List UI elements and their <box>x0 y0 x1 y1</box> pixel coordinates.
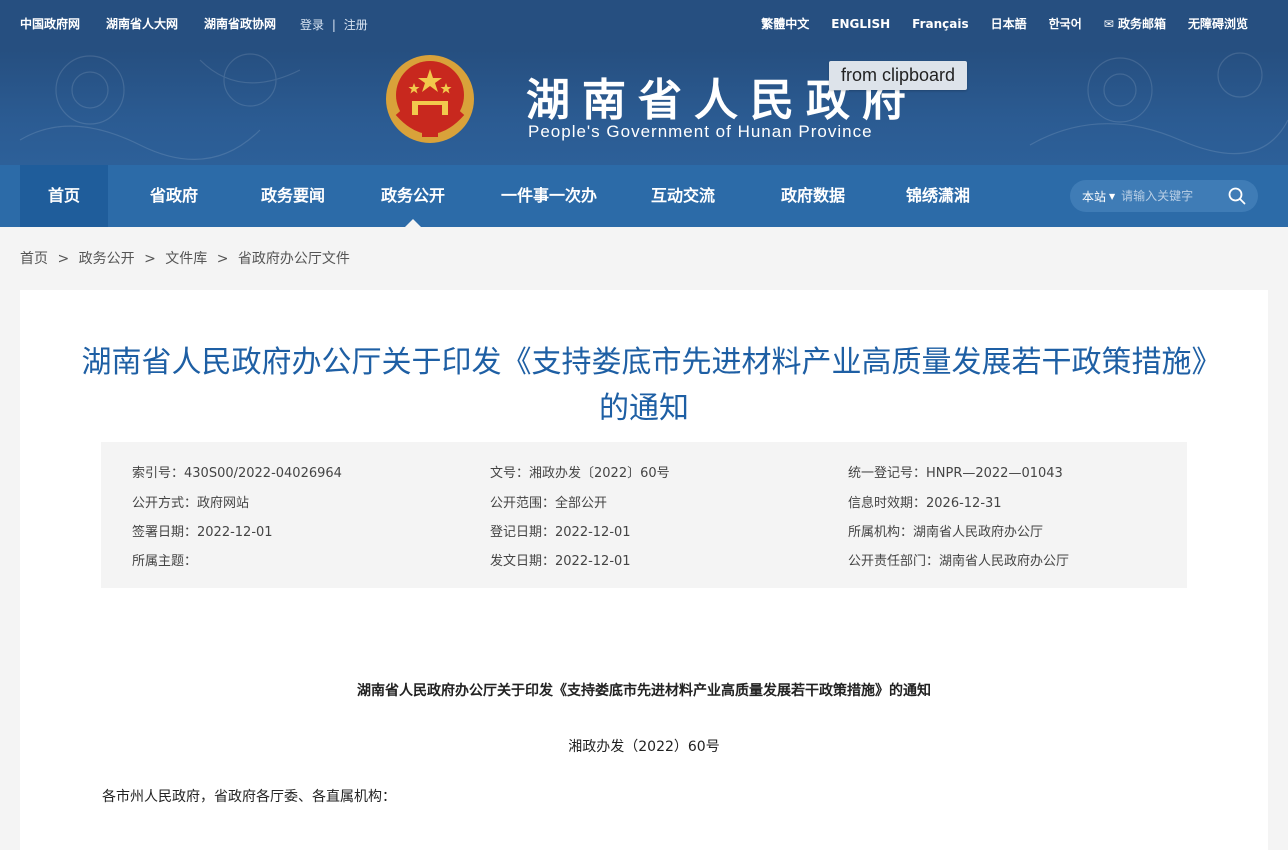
main-nav: 首页 省政府 政务要闻 政务公开 一件事一次办 互动交流 政府数据 锦绣潇湘 本… <box>0 165 1288 227</box>
meta-validity: 信息时效期：2026-12-31 <box>848 496 1002 511</box>
link-french[interactable]: Français <box>912 18 968 30</box>
link-accessibility[interactable]: 无障碍浏览 <box>1188 18 1248 30</box>
nav-home[interactable]: 首页 <box>20 165 108 227</box>
breadcrumb-separator: > <box>144 251 156 267</box>
meta-publish-mode: 公开方式：政府网站 <box>132 496 250 511</box>
nav-provincial-gov[interactable]: 省政府 <box>108 165 240 227</box>
body-salutation: 各市州人民政府，省政府各厅委、各直属机构： <box>102 789 396 805</box>
link-hunan-npc[interactable]: 湖南省人大网 <box>106 18 178 32</box>
breadcrumb-file-library[interactable]: 文件库 <box>165 251 207 267</box>
login-separator: | <box>331 18 336 32</box>
document-card: 湖南省人民政府办公厅关于印发《支持娄底市先进材料产业高质量发展若干政策措施》的通… <box>20 290 1268 850</box>
link-korean[interactable]: 한국어 <box>1049 18 1082 30</box>
breadcrumb-gov-affairs-open[interactable]: 政务公开 <box>79 251 135 267</box>
meta-topic: 所属主题： <box>132 554 198 569</box>
search-scope-select[interactable]: 本站 <box>1082 188 1106 205</box>
meta-doc-no: 文号：湘政办发〔2022〕60号 <box>490 466 670 481</box>
breadcrumb: 首页 > 政务公开 > 文件库 > 省政府办公厅文件 <box>20 248 350 268</box>
site-banner: 湖南省人民政府 People's Government of Hunan Pro… <box>0 50 1288 165</box>
site-subtitle: People's Government of Hunan Province <box>528 122 873 141</box>
link-gov-mail[interactable]: ✉ 政务邮箱 <box>1104 18 1166 30</box>
link-china-gov[interactable]: 中国政府网 <box>20 18 80 32</box>
meta-issue-date: 发文日期：2022-12-01 <box>490 554 631 569</box>
top-utility-bar: 中国政府网 湖南省人大网 湖南省政协网 登录 | 注册 繁體中文 ENGLISH… <box>0 0 1288 50</box>
top-links-right: 繁體中文 ENGLISH Français 日本語 한국어 ✉ 政务邮箱 无障碍… <box>761 18 1248 30</box>
link-hunan-cppcc[interactable]: 湖南省政协网 <box>204 18 276 32</box>
meta-reg-no: 统一登记号：HNPR—2022—01043 <box>848 466 1063 481</box>
nav-gov-affairs-open[interactable]: 政务公开 <box>346 165 480 227</box>
link-japanese[interactable]: 日本語 <box>991 18 1027 30</box>
link-english[interactable]: ENGLISH <box>831 18 890 30</box>
chevron-down-icon[interactable]: ▼ <box>1109 192 1115 201</box>
search-icon[interactable] <box>1228 187 1246 205</box>
nav-interaction[interactable]: 互动交流 <box>618 165 748 227</box>
nav-gov-data[interactable]: 政府数据 <box>748 165 878 227</box>
page-title: 湖南省人民政府办公厅关于印发《支持娄底市先进材料产业高质量发展若干政策措施》的通… <box>81 345 1207 426</box>
national-emblem-icon <box>386 55 474 143</box>
search-box: 本站 ▼ <box>1070 180 1258 212</box>
meta-agency: 所属机构：湖南省人民政府办公厅 <box>848 525 1044 540</box>
nav-gov-news[interactable]: 政务要闻 <box>240 165 346 227</box>
meta-sign-date: 签署日期：2022-12-01 <box>132 525 273 540</box>
breadcrumb-separator: > <box>57 251 70 267</box>
meta-index-no: 索引号：430S00/2022-04026964 <box>132 466 342 481</box>
link-traditional-chinese[interactable]: 繁體中文 <box>761 18 809 30</box>
top-links-left: 中国政府网 湖南省人大网 湖南省政协网 登录 | 注册 <box>20 0 368 32</box>
body-doc-number: 湘政办发（2022）60号 <box>568 739 720 755</box>
meta-register-date: 登记日期：2022-12-01 <box>490 525 631 540</box>
login-link[interactable]: 登录 <box>300 18 324 32</box>
meta-publish-scope: 公开范围：全部公开 <box>490 496 608 511</box>
clipboard-tooltip: from clipboard <box>829 61 968 90</box>
register-link[interactable]: 注册 <box>344 18 368 32</box>
nav-splendid-xiaoxiang[interactable]: 锦绣潇湘 <box>878 165 998 227</box>
body-title: 湖南省人民政府办公厅关于印发《支持娄底市先进材料产业高质量发展若干政策措施》的通… <box>357 683 931 699</box>
breadcrumb-home[interactable]: 首页 <box>20 251 48 267</box>
nav-one-stop-service[interactable]: 一件事一次办 <box>480 165 618 227</box>
search-input[interactable] <box>1121 189 1214 203</box>
document-meta-panel: 索引号：430S00/2022-04026964 文号：湘政办发〔2022〕60… <box>101 442 1187 588</box>
breadcrumb-separator: > <box>216 251 229 267</box>
breadcrumb-office-files[interactable]: 省政府办公厅文件 <box>238 251 350 267</box>
meta-responsible-dept: 公开责任部门：湖南省人民政府办公厅 <box>848 554 1070 569</box>
